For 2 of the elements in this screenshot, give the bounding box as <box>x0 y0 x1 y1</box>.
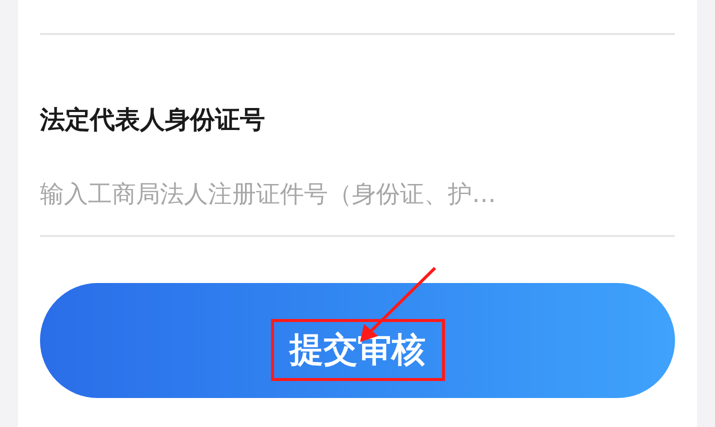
field-label: 法定代表人身份证号 <box>40 107 266 132</box>
input-field[interactable]: 输入工商局法人注册证件号（身份证、护… <box>40 176 675 212</box>
